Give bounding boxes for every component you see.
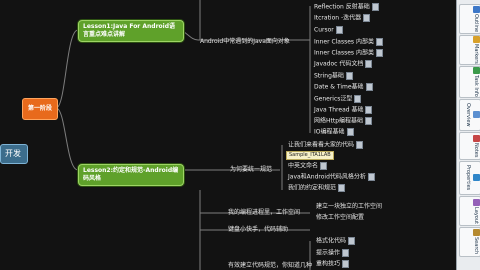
sidebar-button-properties[interactable]: Properties (459, 161, 480, 195)
properties-icon (472, 174, 480, 181)
lesson1-item[interactable]: String基础 (314, 72, 353, 81)
document-icon (365, 106, 373, 114)
lesson2-item[interactable]: Java和Android代码风格分析 (288, 173, 375, 182)
lesson1-item[interactable]: Inner Classes 内部类 (314, 49, 383, 58)
layout-icon (472, 198, 480, 206)
markers-icon (472, 36, 480, 44)
document-icon (342, 249, 350, 257)
right-sidebar: Outline Markers Task Info Overview Notes… (456, 0, 480, 270)
document-icon (365, 117, 373, 125)
lesson1-item[interactable]: IO编程基础 (314, 128, 354, 137)
lesson2-branch[interactable]: 为何要统一规范 (230, 166, 272, 174)
document-icon (367, 173, 375, 181)
document-icon (320, 162, 328, 170)
lesson1-item[interactable]: Itcration -迭代器 (314, 14, 371, 23)
document-icon (338, 184, 346, 192)
lesson1-item[interactable]: 网络Http编程基础 (314, 117, 373, 126)
lesson2-item[interactable]: 我们的约定和规范 (288, 184, 346, 193)
document-icon (375, 49, 383, 57)
document-icon (365, 83, 373, 91)
document-icon (346, 128, 354, 136)
sidebar-button-notes[interactable]: Notes (459, 132, 480, 160)
lesson1-item[interactable]: Cursor (314, 26, 343, 35)
sidebar-button-layout[interactable]: Layout (459, 196, 480, 226)
mindmap-canvas[interactable]: 开发 第一阶段 Lesson1:Java For Android语言重点难点讲解… (0, 0, 456, 270)
lower-branch-workspace[interactable]: 我的编程进程里，工作空间 (228, 209, 300, 217)
sidebar-button-task-info[interactable]: Task Info (459, 66, 480, 98)
lower-item[interactable]: 提示操作 (316, 249, 350, 258)
stage-node[interactable]: 第一阶段 (22, 98, 58, 120)
search-icon (472, 229, 480, 237)
lesson1-item[interactable]: Javadoc 代码文档 (314, 60, 373, 69)
document-icon (342, 260, 350, 268)
sidebar-button-search[interactable]: Search (459, 227, 480, 257)
lesson2-node[interactable]: Lesson2:约定和规范-Android编码风格 (78, 164, 184, 186)
document-icon (371, 3, 379, 11)
document-icon (335, 26, 343, 34)
lesson1-item[interactable]: Inner Classes 内部类 (314, 38, 383, 47)
sidebar-button-overview[interactable]: Overview (459, 99, 480, 131)
root-node[interactable]: 开发 (0, 144, 28, 164)
sidebar-button-outline[interactable]: Outline (459, 4, 480, 34)
lower-item[interactable]: 修改工作空间配置 (316, 214, 364, 222)
lesson1-node[interactable]: Lesson1:Java For Android语言重点难点讲解 (78, 20, 184, 42)
lesson2-item[interactable]: 中英文命名 (288, 162, 328, 171)
document-icon (356, 141, 364, 149)
lesson1-item[interactable]: Date & Time基础 (314, 83, 373, 92)
notes-icon (472, 134, 480, 142)
lower-item[interactable]: 建立一块独立的工作空间 (316, 203, 382, 211)
overview-icon (472, 111, 480, 118)
lesson2-item[interactable]: 让我们来看看大家的代码 (288, 141, 364, 150)
sidebar-button-markers[interactable]: Markers (459, 35, 480, 65)
lesson1-item[interactable]: Generics泛型 (314, 95, 362, 104)
lower-branch-standards[interactable]: 有效建立代码规范，你知道几种 (228, 262, 312, 270)
lower-branch-keyboard[interactable]: 键盘小快手，代码辅助 (228, 226, 288, 234)
document-icon (348, 237, 356, 245)
task-icon (472, 67, 480, 75)
lesson1-item[interactable]: Java Thread 基础 (314, 106, 373, 115)
document-icon (354, 95, 362, 103)
lower-item[interactable]: 重构技巧 (316, 260, 350, 269)
node-tooltip: Sample_ITA1LAB (286, 151, 334, 160)
document-icon (365, 60, 373, 68)
lower-item[interactable]: 格式化代码 (316, 237, 356, 246)
outline-icon (472, 5, 480, 13)
lesson1-branch[interactable]: Android中常遇到的Java面向对象 (200, 38, 290, 46)
lesson1-item[interactable]: Reflection 反射基础 (314, 3, 379, 12)
document-icon (375, 38, 383, 46)
document-icon (363, 14, 371, 22)
document-icon (345, 72, 353, 80)
